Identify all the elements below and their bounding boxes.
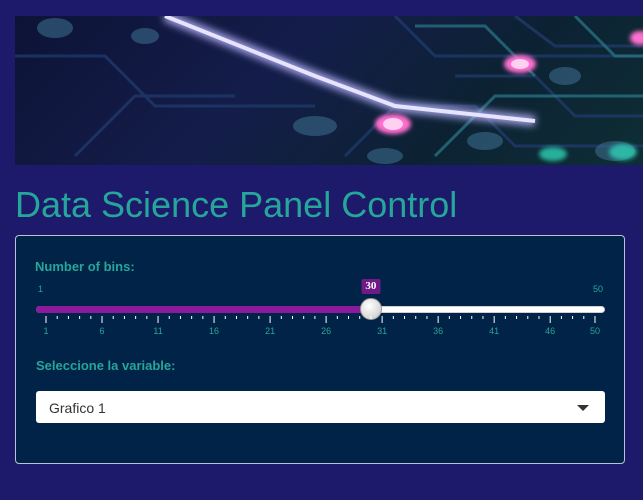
slider-tick-label: 46 <box>545 326 555 336</box>
caret-down-icon <box>577 405 589 411</box>
slider-tick-label: 21 <box>265 326 275 336</box>
variable-select-label: Seleccione la variable: <box>36 358 176 373</box>
slider-ticks: 1 6 11 16 21 26 31 36 41 46 50 <box>43 316 600 336</box>
slider-tick-label: 41 <box>489 326 499 336</box>
slider-tick-label: 16 <box>209 326 219 336</box>
slider-tick-label: 6 <box>100 326 105 336</box>
slider-tick-label: 26 <box>321 326 331 336</box>
page-title: Data Science Panel Control <box>15 184 458 225</box>
slider-tick-label: 1 <box>43 326 48 336</box>
slider-tick-label: 31 <box>377 326 387 336</box>
variable-select-value: Grafico 1 <box>49 400 106 416</box>
circuit-board-graphic <box>15 16 643 164</box>
control-panel: Number of bins: 1 50 30 1 6 11 16 21 26 31 36 41… <box>15 235 625 464</box>
variable-select[interactable]: Grafico 1 <box>36 391 605 423</box>
slider-tick-label: 36 <box>433 326 443 336</box>
slider-tick-label: 50 <box>590 326 600 336</box>
circuit-banner-image <box>15 16 643 165</box>
slider-tick-label: 11 <box>153 326 162 336</box>
